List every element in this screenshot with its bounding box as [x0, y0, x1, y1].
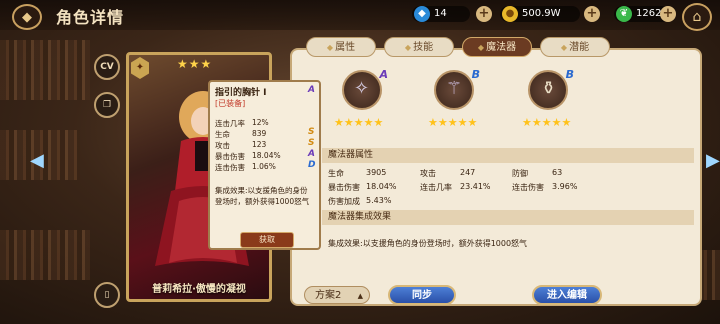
- stat-label: 伤害加成: [328, 197, 360, 206]
- home-icon: ⌂: [692, 9, 702, 25]
- tooltip-stat-label: 连击伤害: [215, 163, 245, 172]
- tooltip-stat-value: 1.06%: [252, 162, 276, 171]
- stat-label: 连击几率: [420, 183, 452, 192]
- gold-count: 500.9W: [522, 8, 561, 19]
- enter-edit-button[interactable]: 进入编辑: [532, 285, 602, 305]
- bookshelf-decor: [0, 40, 90, 100]
- stat-label: 攻击: [420, 169, 436, 178]
- leaf-count: 1262: [636, 8, 662, 19]
- grade-label: B: [565, 68, 574, 81]
- tooltip-stat-label: 生命: [215, 130, 230, 139]
- cv-label: CV: [100, 62, 114, 72]
- tooltip-stat-label: 连击几率: [215, 119, 245, 128]
- tooltip-stat-value: 12%: [252, 118, 269, 127]
- stat-value: 3905: [366, 168, 387, 177]
- tab-attributes[interactable]: ◆ 属性: [306, 37, 376, 57]
- tooltip-stat-label: 暴击伤害: [215, 152, 245, 161]
- book-icon: ❐: [102, 100, 112, 110]
- add-gold-button[interactable]: +: [584, 6, 600, 22]
- set-effect-text: 集成效果:以支援角色的身份登场时，额外获得1000怒气: [328, 239, 528, 248]
- stat-value: 23.41%: [460, 182, 491, 191]
- bookshelf-decor: [0, 230, 90, 280]
- sync-label: 同步: [412, 290, 432, 301]
- tab-ornament-icon: ◆: [326, 43, 334, 52]
- item-tooltip: 指引的胸针 I A [已装备] 连击几率 12% 生命 839 S 攻击 123…: [208, 80, 321, 250]
- stat-label: 连击伤害: [512, 183, 544, 192]
- tooltip-stat-grade: S: [308, 138, 315, 148]
- tab-ornament-icon: ◆: [404, 43, 412, 52]
- resource-gem: ◆ 14: [412, 6, 470, 22]
- device-slot-1[interactable]: ✧ A: [342, 68, 388, 110]
- tooltip-stat-grade: S: [308, 127, 315, 137]
- wand-icon: ⚚: [446, 78, 463, 99]
- slot-2-stars: ★★★★★: [428, 116, 478, 129]
- stat-value: 5.43%: [366, 196, 392, 205]
- tooltip-stat-value: 18.04%: [252, 151, 281, 160]
- set-effect-heading: 魔法器集成效果: [322, 210, 694, 225]
- top-bar: ◆ 角色详情 ◆ 14 + ● 500.9W + ❦ 1262 + ⌂: [0, 0, 720, 31]
- tooltip-grade: A: [308, 85, 315, 95]
- sync-button[interactable]: 同步: [388, 285, 456, 305]
- slot-1-stars: ★★★★★: [334, 116, 384, 129]
- story-button[interactable]: ▯: [94, 282, 120, 308]
- rank-badge-icon: ✦: [131, 57, 149, 79]
- next-character-arrow[interactable]: ▶: [706, 150, 720, 171]
- tab-label: 技能: [413, 42, 434, 53]
- attributes-heading: 魔法器属性: [322, 148, 694, 163]
- green-leaf-icon: ❦: [616, 6, 632, 22]
- add-gem-button[interactable]: +: [476, 6, 492, 22]
- grade-label: A: [379, 68, 388, 81]
- prev-character-arrow[interactable]: ◀: [30, 150, 44, 171]
- gold-coin-icon: ●: [502, 6, 518, 22]
- add-leaf-button[interactable]: +: [660, 6, 676, 22]
- obtain-button[interactable]: 获取: [240, 232, 294, 248]
- obtain-label: 获取: [259, 235, 275, 244]
- resource-gold: ● 500.9W: [500, 6, 580, 22]
- stat-value: 18.04%: [366, 182, 397, 191]
- tab-skills[interactable]: ◆ 技能: [384, 37, 454, 57]
- stat-value: 63: [552, 168, 563, 177]
- diamond-back-icon: ◆: [22, 9, 32, 25]
- stat-value: 3.96%: [552, 182, 578, 191]
- slot-3-stars: ★★★★★: [522, 116, 572, 129]
- tab-label: 潜能: [569, 42, 590, 53]
- tooltip-effect-text: 集成效果:以支援角色的身份登场时，额外获得1000怒气: [215, 186, 310, 206]
- tooltip-stat-label: 攻击: [215, 141, 230, 150]
- tooltip-stat-value: 839: [252, 129, 267, 138]
- edit-label: 进入编辑: [547, 290, 587, 301]
- book-button[interactable]: ❐: [94, 92, 120, 118]
- tab-magic-device[interactable]: ◆ 魔法器: [462, 37, 532, 57]
- blue-gem-icon: ◆: [414, 6, 430, 22]
- scroll-icon: ▯: [104, 290, 110, 300]
- page-title: 角色详情: [56, 8, 125, 27]
- tab-label: 属性: [335, 42, 356, 53]
- back-button[interactable]: ◆: [12, 4, 42, 30]
- tab-label: 魔法器: [486, 42, 517, 53]
- cv-button[interactable]: CV: [94, 54, 120, 80]
- home-button[interactable]: ⌂: [682, 3, 712, 31]
- caret-up-icon: ▲: [357, 292, 363, 300]
- device-slot-3[interactable]: ⚱ B: [528, 68, 574, 110]
- tab-ornament-icon: ◆: [560, 43, 568, 52]
- stat-label: 生命: [328, 169, 344, 178]
- card-stars: ★★★: [177, 57, 213, 71]
- character-name: 普莉希拉·傲慢的凝视: [152, 284, 246, 295]
- grade-label: B: [471, 68, 480, 81]
- tooltip-stat-grade: D: [308, 160, 316, 170]
- plan-label: 方案2: [315, 290, 342, 301]
- tooltip-stat-grade: A: [308, 149, 315, 159]
- stat-label: 防御: [512, 169, 528, 178]
- tooltip-title: 指引的胸针 I: [215, 88, 267, 98]
- stat-value: 247: [460, 168, 476, 177]
- stat-label: 暴击伤害: [328, 183, 360, 192]
- equipped-status: [已装备]: [215, 99, 246, 108]
- vase-icon: ⚱: [541, 78, 557, 99]
- tooltip-stat-value: 123: [252, 140, 267, 149]
- brooch-icon: ✧: [354, 78, 370, 99]
- plan-select[interactable]: 方案2 ▲: [304, 286, 370, 304]
- device-slot-2[interactable]: ⚚ B: [434, 68, 480, 110]
- gem-count: 14: [434, 8, 447, 19]
- tab-potential[interactable]: ◆ 潜能: [540, 37, 610, 57]
- tab-ornament-icon: ◆: [477, 43, 485, 52]
